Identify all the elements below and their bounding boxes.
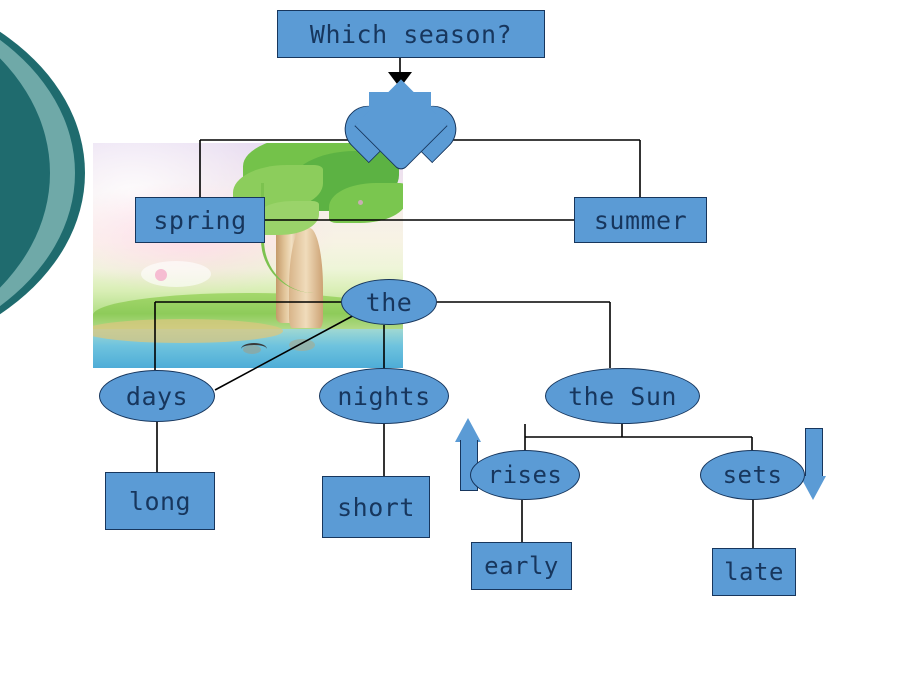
spring-scene-illustration bbox=[93, 143, 403, 368]
node-nights[interactable]: nights bbox=[319, 368, 449, 424]
node-label: early bbox=[484, 552, 559, 580]
node-days[interactable]: days bbox=[99, 370, 215, 422]
node-label: nights bbox=[337, 381, 431, 411]
heart-shape bbox=[334, 79, 467, 173]
node-summer[interactable]: summer bbox=[574, 197, 707, 243]
node-label: summer bbox=[593, 205, 688, 235]
node-short[interactable]: short bbox=[322, 476, 430, 538]
node-long[interactable]: long bbox=[105, 472, 215, 530]
picture-flower bbox=[155, 269, 167, 281]
node-label: long bbox=[128, 486, 192, 516]
arrow-down-sets bbox=[800, 428, 826, 500]
picture-speck bbox=[358, 200, 363, 205]
node-the-sun[interactable]: the Sun bbox=[545, 368, 700, 424]
node-label: short bbox=[337, 492, 415, 522]
node-label: the bbox=[365, 287, 413, 317]
node-label: spring bbox=[153, 205, 247, 235]
picture-bird bbox=[241, 343, 267, 355]
node-label: the Sun bbox=[568, 381, 677, 411]
node-spring[interactable]: spring bbox=[135, 197, 265, 243]
node-label: late bbox=[724, 558, 784, 586]
node-label: Which season? bbox=[309, 19, 513, 49]
node-which-season[interactable]: Which season? bbox=[277, 10, 545, 58]
heart-patch bbox=[369, 92, 431, 122]
node-early[interactable]: early bbox=[471, 542, 572, 590]
node-label: days bbox=[125, 381, 189, 411]
picture-rock bbox=[289, 339, 315, 351]
node-label: sets bbox=[722, 461, 783, 489]
node-sets[interactable]: sets bbox=[700, 450, 805, 500]
node-label: rises bbox=[487, 461, 563, 489]
node-late[interactable]: late bbox=[712, 548, 796, 596]
arrow-up-head bbox=[455, 418, 481, 442]
slide-canvas: Which season? spring summer the days nig… bbox=[0, 0, 920, 690]
arrow-down-shaft bbox=[805, 428, 823, 479]
node-rises[interactable]: rises bbox=[470, 450, 580, 500]
picture-cloud bbox=[141, 261, 211, 287]
node-the[interactable]: the bbox=[341, 279, 437, 325]
